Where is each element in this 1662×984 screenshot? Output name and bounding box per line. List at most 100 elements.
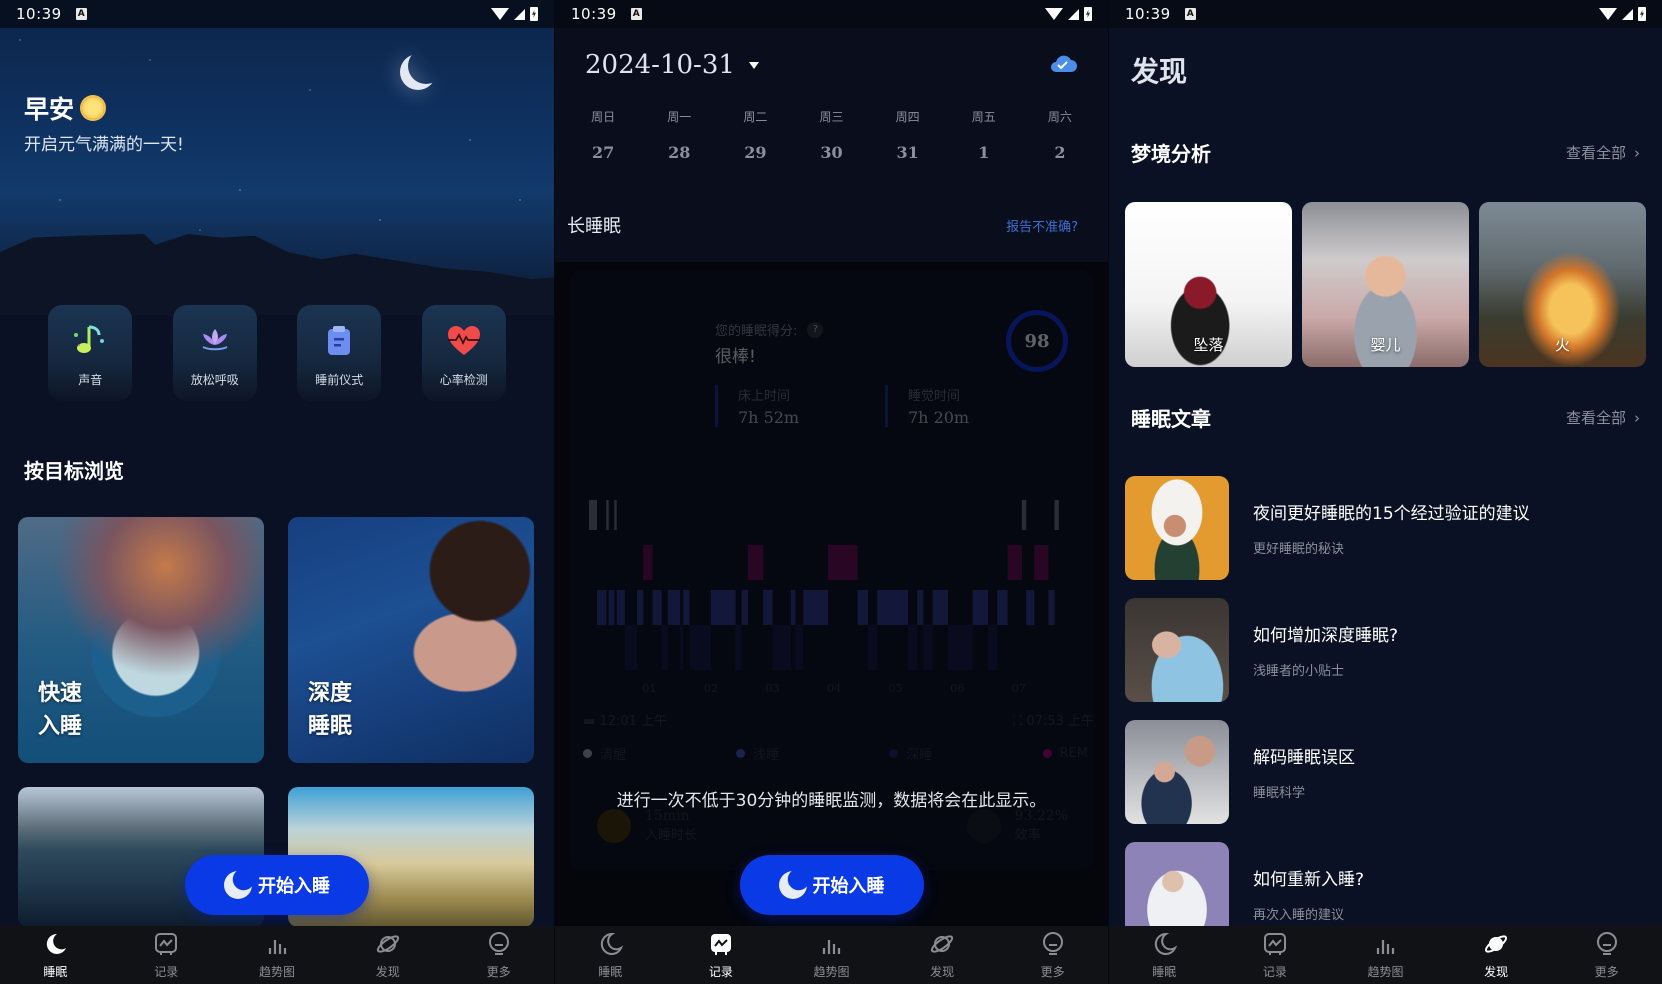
article-title: 如何增加深度睡眠?: [1253, 626, 1399, 646]
tab-moon[interactable]: 睡眠: [555, 926, 666, 984]
week-day[interactable]: 周日 27: [565, 108, 641, 162]
report-inaccurate-link[interactable]: 报告不准确?: [1006, 216, 1078, 235]
dream-card-fire[interactable]: 火: [1479, 202, 1646, 367]
tab-bar-trend[interactable]: 趋势图: [776, 926, 887, 984]
hypnogram-segment: [652, 590, 662, 625]
tab-label: 睡眠: [43, 965, 68, 979]
clock-icon: [966, 808, 1001, 843]
screen-sleep: 10:39 A 早安 开启元气满满的一天! 声音 放松呼吸 睡前仪式 心率检测 …: [0, 0, 554, 984]
wifi-icon: [491, 8, 509, 20]
week-day[interactable]: 周四 31: [870, 108, 946, 162]
view-all-label: 查看全部: [1565, 409, 1626, 427]
tab-label: 更多: [1594, 965, 1619, 979]
x-tick-label: 03: [765, 682, 780, 695]
bar-trend-icon: [817, 930, 845, 961]
article-thumbnail: [1125, 598, 1229, 702]
notification-a-icon: A: [630, 8, 642, 20]
start-sleep-button[interactable]: 开始入睡: [185, 855, 369, 915]
bed-icon: ▬: [583, 714, 600, 729]
battery-icon: [530, 7, 538, 21]
quick-action-breathing[interactable]: 放松呼吸: [172, 305, 257, 401]
tab-moon[interactable]: 睡眠: [1109, 926, 1220, 984]
legend-label: 清醒: [600, 748, 627, 763]
tab-planet[interactable]: 发现: [1441, 926, 1552, 984]
week-day[interactable]: 周三 30: [793, 108, 869, 162]
legend-dot: [889, 749, 899, 758]
record-chart-icon: [1261, 930, 1289, 961]
article-item[interactable]: 如何增加深度睡眠? 浅睡者的小贴士: [1125, 598, 1646, 702]
hypnogram-segment: [1026, 590, 1035, 625]
status-bar: 10:39 A: [1109, 0, 1662, 28]
clipboard-icon: [319, 321, 359, 361]
tab-planet[interactable]: 发现: [887, 926, 998, 984]
week-day[interactable]: 周二 29: [717, 108, 793, 162]
tab-bar-trend[interactable]: 趋势图: [1330, 926, 1441, 984]
goal-card-fall-asleep-fast[interactable]: 快速 入睡: [18, 517, 264, 763]
hypnogram-segment: [689, 625, 711, 670]
dream-card-falling[interactable]: 坠落: [1125, 202, 1292, 367]
tab-bar-trend[interactable]: 趋势图: [222, 926, 333, 984]
tab-planet[interactable]: 发现: [332, 926, 443, 984]
article-thumbnail: [1125, 476, 1229, 580]
day-number: 31: [896, 143, 919, 162]
dream-card-baby[interactable]: 婴儿: [1302, 202, 1469, 367]
week-strip: 周日 27 周一 28 周二 29 周三 30 周四 31 周五 1 周六 2: [555, 108, 1108, 162]
tab-record-chart[interactable]: 记录: [111, 926, 222, 984]
quick-actions: 声音 放松呼吸 睡前仪式 心率检测: [0, 305, 554, 401]
sleep-stats: 15min 入睡时长 93.22% 效率: [597, 808, 1068, 843]
metric-value: 7h 20m: [908, 408, 970, 427]
heart-rate-icon: [444, 321, 484, 361]
week-day[interactable]: 周六 2: [1022, 108, 1098, 162]
weekday-label: 周三: [819, 110, 844, 124]
start-sleep-button[interactable]: 开始入睡: [739, 855, 924, 915]
quick-action-heart-rate[interactable]: 心率检测: [421, 305, 506, 401]
article-item[interactable]: 夜间更好睡眠的15个经过验证的建议 更好睡眠的秘诀: [1125, 476, 1646, 580]
view-all-dreams-link[interactable]: 查看全部 ›: [1566, 142, 1640, 163]
tab-more-face[interactable]: 更多: [1551, 926, 1662, 984]
hypnogram-segment: [710, 590, 736, 625]
browse-by-goal-title: 按目标浏览: [24, 459, 124, 483]
tab-label: 更多: [1040, 965, 1065, 979]
moon-icon: [41, 930, 69, 961]
page-title: 发现: [1131, 55, 1188, 88]
tab-record-chart[interactable]: 记录: [666, 926, 777, 984]
date-picker[interactable]: 2024-10-31: [585, 50, 759, 80]
quick-action-bedtime-ritual[interactable]: 睡前仪式: [297, 305, 382, 401]
battery-icon: [1084, 7, 1092, 21]
metric-value: 7h 52m: [738, 408, 800, 427]
hypnogram-segment: [1021, 500, 1027, 530]
legend-dot: [736, 749, 746, 758]
greeting: 早安: [24, 90, 105, 126]
quick-action-sound[interactable]: 声音: [48, 305, 133, 401]
start-sleep-label: 开始入睡: [258, 876, 330, 897]
signal-icon: [1622, 8, 1633, 20]
article-item[interactable]: 解码睡眠误区 睡眠科学: [1125, 720, 1646, 824]
waketime: ⛶ 07:53 上午: [1013, 710, 1094, 729]
x-tick-label: 05: [888, 682, 903, 695]
status-bar: 10:39 A: [555, 0, 1108, 28]
week-day[interactable]: 周五 1: [946, 108, 1022, 162]
article-subtitle: 浅睡者的小贴士: [1253, 664, 1345, 679]
chevron-right-icon: ›: [1634, 143, 1640, 162]
hypnogram-segment: [803, 590, 828, 625]
view-all-articles-link[interactable]: 查看全部 ›: [1566, 407, 1640, 428]
screen-discover: 10:39 A 发现 梦境分析 查看全部 › 坠落 婴儿 火 睡眠文章 查看全部 ›: [1108, 0, 1662, 984]
hypnogram-segment: [763, 590, 773, 625]
article-subtitle: 睡眠科学: [1253, 786, 1306, 801]
hypnogram-segment: [1034, 545, 1049, 580]
sleepy-face-icon: [597, 808, 631, 843]
tab-moon[interactable]: 睡眠: [0, 926, 111, 984]
goal-card-label: 深度 睡眠: [308, 681, 353, 739]
bedtime-value: 12:01 上午: [599, 714, 668, 729]
help-icon[interactable]: ?: [807, 321, 824, 338]
hypnogram-x-axis: 01 02 03 04 05 06 07: [589, 682, 1073, 698]
tab-more-face[interactable]: 更多: [443, 926, 554, 984]
tab-more-face[interactable]: 更多: [997, 926, 1108, 984]
stat-label: 效率: [1014, 828, 1041, 843]
goal-card-deep-sleep[interactable]: 深度 睡眠: [288, 517, 534, 763]
sun-icon: [82, 97, 105, 119]
hypnogram-segment: [1048, 590, 1055, 625]
tab-record-chart[interactable]: 记录: [1220, 926, 1331, 984]
cloud-sync-icon[interactable]: [1048, 52, 1078, 74]
week-day[interactable]: 周一 28: [641, 108, 717, 162]
